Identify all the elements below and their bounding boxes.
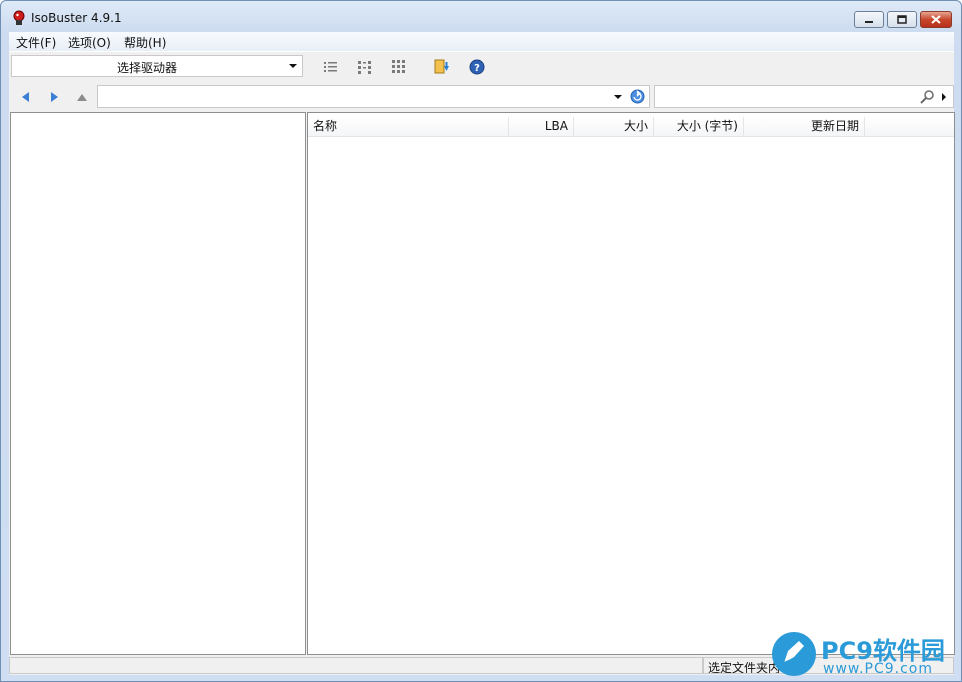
menu-options[interactable]: 选项(O) (68, 34, 111, 51)
app-logo-icon (13, 10, 25, 25)
file-list-pane[interactable]: 名称 LBA 大小 大小 (字节) 更新日期 (307, 112, 955, 655)
maximize-button[interactable] (887, 11, 917, 28)
column-label: LBA (544, 119, 568, 133)
menu-help[interactable]: 帮助(H) (124, 34, 166, 51)
window-title: IsoBuster 4.9.1 (31, 11, 122, 25)
path-input[interactable] (97, 85, 650, 108)
detail-view-icon[interactable] (357, 59, 373, 75)
column-label: 更新日期 (810, 119, 859, 133)
refresh-icon[interactable] (630, 89, 645, 104)
close-icon (931, 15, 941, 24)
column-label: 大小 (623, 119, 648, 133)
minimize-button[interactable] (854, 11, 884, 28)
column-header-lba[interactable]: LBA (509, 117, 574, 136)
status-cell-main (9, 657, 703, 674)
brand-logo-icon (772, 632, 816, 676)
chevron-right-icon[interactable] (942, 93, 946, 101)
extract-icon[interactable] (434, 59, 450, 75)
minimize-icon (865, 20, 873, 23)
search-icon[interactable] (919, 89, 935, 105)
client-area: 文件(F) 选项(O) 帮助(H) 选择驱动器 ? 名称 LBA 大小 大小 (… (9, 32, 955, 675)
folder-tree-pane[interactable] (10, 112, 306, 655)
chevron-down-icon[interactable] (289, 64, 297, 68)
drive-select[interactable]: 选择驱动器 (11, 55, 303, 77)
toolbar: 选择驱动器 ? (9, 51, 954, 84)
up-icon[interactable] (75, 90, 89, 104)
close-button[interactable] (920, 11, 952, 28)
chevron-down-icon[interactable] (614, 95, 622, 99)
drive-select-value: 选择驱动器 (116, 61, 177, 75)
icon-view-icon[interactable] (391, 59, 407, 75)
list-header: 名称 LBA 大小 大小 (字节) 更新日期 (308, 117, 954, 137)
list-view-icon[interactable] (323, 59, 339, 75)
app-window: IsoBuster 4.9.1 文件(F) 选项(O) 帮助(H) 选择驱动器 (0, 0, 962, 682)
column-header-size[interactable]: 大小 (574, 117, 654, 136)
column-header-size-bytes[interactable]: 大小 (字节) (654, 117, 744, 136)
column-label: 大小 (字节) (676, 119, 738, 133)
menu-bar: 文件(F) 选项(O) 帮助(H) (9, 32, 954, 51)
menu-file[interactable]: 文件(F) (16, 34, 56, 51)
watermark: PC9软件园 www.PC9.com (771, 631, 961, 681)
back-icon[interactable] (19, 90, 33, 104)
watermark-url: www.PC9.com (823, 661, 933, 677)
title-bar[interactable]: IsoBuster 4.9.1 (1, 1, 961, 33)
column-label: 名称 (313, 119, 338, 133)
column-header-modified[interactable]: 更新日期 (744, 117, 865, 136)
column-header-name[interactable]: 名称 (308, 117, 509, 136)
svg-text:?: ? (474, 63, 480, 74)
forward-icon[interactable] (47, 90, 61, 104)
search-input[interactable] (654, 85, 954, 108)
navigation-bar (9, 83, 954, 111)
maximize-icon (897, 15, 907, 24)
help-icon[interactable]: ? (469, 59, 485, 75)
